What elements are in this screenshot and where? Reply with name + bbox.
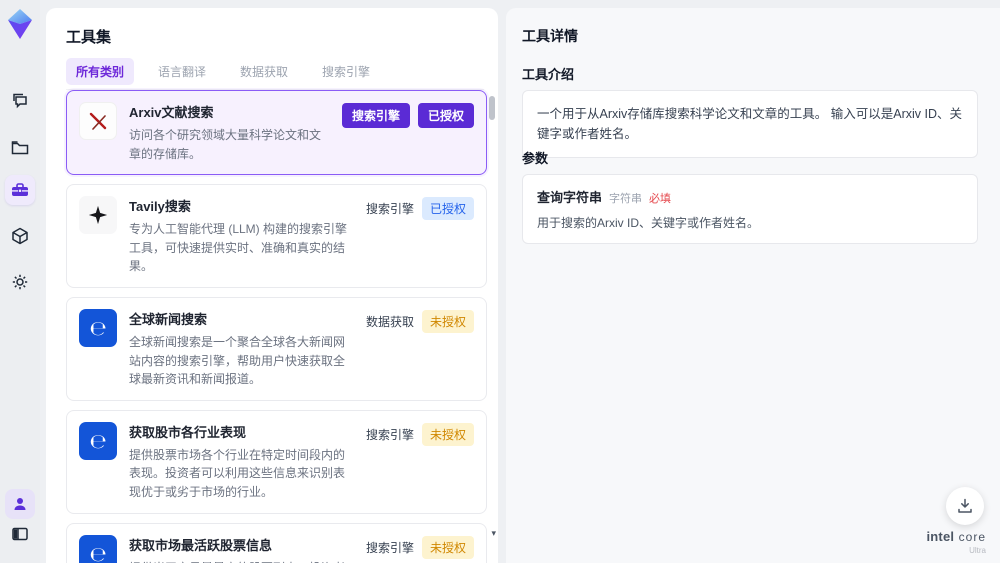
tool-category-badge: 搜索引擎: [365, 540, 414, 555]
tool-description: 全球新闻搜索是一个聚合全球各大新闻网站内容的搜索引擎，帮助用户快速获取全球最新资…: [129, 334, 346, 387]
param-required-badge: 必填: [649, 193, 672, 205]
category-tabs: 所有类别 语言翻译 数据获取 搜索引擎: [66, 58, 484, 90]
tool-description: 提供当天交易量最高的股票列表，投资者可以利用这些信息来识别流动性强的股票和潜在的…: [129, 559, 350, 563]
page-title: 工具集: [66, 29, 112, 46]
sidebar-item-packages[interactable]: [5, 221, 35, 251]
tool-name: 获取股市各行业表现: [129, 424, 247, 440]
tool-name: Tavily搜索: [129, 199, 191, 215]
tool-description: 提供股票市场各个行业在特定时间段内的表现。投资者可以利用这些信息来识别表现优于或…: [129, 447, 346, 499]
tool-auth-badge: 未授权: [421, 535, 474, 559]
tab-2[interactable]: 数据获取: [230, 58, 298, 85]
sidebar-item-settings[interactable]: [5, 267, 35, 297]
tool-category-badge: 数据获取: [365, 314, 414, 329]
tavily-star: [79, 196, 117, 235]
tool-name: 全球新闻搜索: [129, 311, 208, 327]
intel-core-logo: intel core Ultra: [926, 528, 986, 555]
tool-card[interactable]: Arxiv文献搜索 访问各个研究领域大量科学论文和文章的存储库。 搜索引擎 已授…: [66, 90, 487, 176]
param-name: 查询字符串: [537, 190, 603, 205]
brand-ultra: Ultra: [969, 545, 986, 555]
tool-auth-badge: 未授权: [421, 422, 474, 446]
tool-card[interactable]: ℮ 全球新闻搜索 全球新闻搜索是一个聚合全球各大新闻网站内容的搜索引擎，帮助用户…: [66, 296, 487, 401]
tool-list: Arxiv文献搜索 访问各个研究领域大量科学论文和文章的存储库。 搜索引擎 已授…: [66, 90, 487, 563]
tool-auth-badge: 已授权: [421, 197, 474, 221]
tool-auth-badge: 已授权: [417, 103, 474, 128]
tool-card[interactable]: Tavily搜索 专为人工智能代理 (LLM) 构建的搜索引擎工具，可快速提供实…: [66, 184, 487, 288]
intro-card: 一个用于从Arxiv存储库搜索科学论文和文章的工具。 输入可以是Arxiv ID…: [522, 90, 978, 158]
tool-detail-panel: 工具详情 工具介绍 一个用于从Arxiv存储库搜索科学论文和文章的工具。 输入可…: [506, 8, 1000, 563]
param-description: 用于搜索的Arxiv ID、关键字或作者姓名。: [537, 216, 760, 230]
scroll-down-icon[interactable]: ▾: [491, 528, 496, 539]
globe-e: ℮: [79, 421, 117, 460]
download-icon: [958, 498, 972, 513]
tool-category-badge: 搜索引擎: [365, 202, 414, 217]
tab-1[interactable]: 语言翻译: [148, 58, 216, 85]
tool-auth-badge: 未授权: [421, 309, 474, 333]
tool-name: Arxiv文献搜索: [129, 105, 214, 120]
tool-list-panel: 工具集 所有类别 语言翻译 数据获取 搜索引擎 Arxiv文献搜索 访问各个研究领域大…: [46, 8, 498, 563]
arxiv-logo: [79, 102, 117, 140]
brand-core: core: [958, 530, 986, 544]
sidebar-item-files[interactable]: [5, 133, 35, 163]
tool-name: 获取市场最活跃股票信息: [129, 537, 273, 553]
intro-section-title: 工具介绍: [522, 67, 575, 82]
tool-card[interactable]: ℮ 获取市场最活跃股票信息 提供当天交易量最高的股票列表，投资者可以利用这些信息…: [66, 522, 487, 563]
param-type: 字符串: [609, 193, 643, 205]
tool-description: 访问各个研究领域大量科学论文和文章的存储库。: [129, 128, 322, 161]
globe-e: ℮: [79, 534, 117, 563]
sidebar-item-tools[interactable]: [5, 175, 35, 205]
tool-category-badge: 搜索引擎: [365, 427, 414, 442]
user-avatar[interactable]: [5, 489, 35, 519]
scrollbar-thumb[interactable]: [489, 96, 495, 120]
tool-description: 专为人工智能代理 (LLM) 构建的搜索引擎工具，可快速提供实时、准确和真实的结…: [129, 222, 348, 274]
globe-e: ℮: [79, 308, 117, 347]
scrollbar[interactable]: ▾: [488, 92, 496, 553]
sidebar-item-chat[interactable]: [5, 86, 35, 116]
collapse-sidebar-icon[interactable]: [5, 519, 35, 549]
download-button[interactable]: [946, 487, 984, 525]
param-card: 查询字符串 字符串 必填 用于搜索的Arxiv ID、关键字或作者姓名。: [522, 174, 978, 244]
app-logo: [6, 8, 34, 40]
detail-title: 工具详情: [522, 28, 578, 44]
tool-category-badge: 搜索引擎: [341, 103, 410, 128]
brand-intel: intel: [926, 529, 955, 544]
tab-0[interactable]: 所有类别: [66, 58, 135, 85]
params-section-title: 参数: [522, 151, 549, 166]
tab-3[interactable]: 搜索引擎: [312, 58, 380, 85]
intro-text: 一个用于从Arxiv存储库搜索科学论文和文章的工具。 输入可以是Arxiv ID…: [537, 107, 963, 141]
icon-rail: [0, 0, 40, 563]
tool-card[interactable]: ℮ 获取股市各行业表现 提供股票市场各个行业在特定时间段内的表现。投资者可以利用…: [66, 409, 487, 514]
